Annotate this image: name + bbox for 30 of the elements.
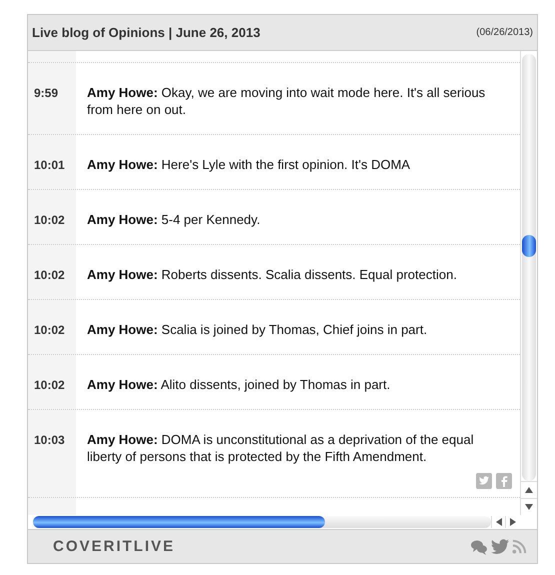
blog-date: (06/26/2013): [476, 27, 533, 38]
facebook-share-icon[interactable]: [496, 473, 512, 489]
entry-time: 9:59: [34, 86, 58, 100]
horizontal-scrollbar[interactable]: [33, 516, 491, 528]
entry-time: 10:02: [34, 323, 65, 337]
entry-time: 10:02: [34, 378, 65, 392]
entry-text: Amy Howe: DOMA is unconstitutional as a deprivation of the equal liberty of persons that is protected by the Fifth Amendment.: [87, 431, 475, 465]
entry-text: Amy Howe: Okay, we are moving into wait mode here. It's all serious from here on out.: [87, 84, 486, 118]
entry-text: Amy Howe: 5-4 per Kennedy.: [87, 211, 262, 228]
blog-title: Live blog of Opinions | June 26, 2013: [32, 25, 260, 40]
entry-time: 10:01: [34, 158, 65, 172]
entry-time: 10:02: [34, 268, 65, 282]
scroll-thumb[interactable]: [522, 235, 536, 257]
scroll-right-arrow-icon[interactable]: [510, 518, 516, 526]
scroll-up-arrow-icon[interactable]: [525, 487, 533, 493]
scroll-down-arrow-icon[interactable]: [525, 504, 533, 510]
entry-text: Amy Howe: Alito dissents, joined by Thomas in part.: [87, 376, 392, 393]
logo[interactable]: COVERITLIVE: [53, 538, 176, 555]
twitter-share-icon[interactable]: [476, 473, 492, 489]
entry-time: 10:02: [34, 213, 65, 227]
vertical-scrollbar[interactable]: [520, 51, 537, 515]
chat-icon[interactable]: [470, 538, 488, 554]
entry-time: 10:03: [34, 433, 65, 447]
twitter-icon[interactable]: [491, 538, 509, 554]
rss-icon[interactable]: [512, 539, 527, 554]
entry-text: Amy Howe: Scalia is joined by Thomas, Chief joins in part.: [87, 321, 428, 338]
scroll-thumb[interactable]: [33, 516, 325, 528]
entry-text: Amy Howe: Roberts dissents. Scalia dissents. Equal protection.: [87, 266, 458, 283]
entry-text: Amy Howe: Here's Lyle with the first opinion. It's DOMA: [87, 156, 412, 173]
scroll-left-arrow-icon[interactable]: [496, 518, 502, 526]
